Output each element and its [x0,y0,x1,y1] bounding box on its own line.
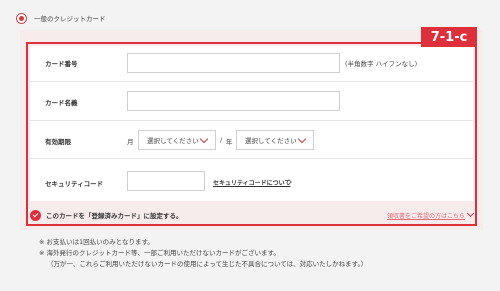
radio-selected-dot [19,15,24,21]
radio-button[interactable] [16,12,27,24]
payment-notes: ※ お支払いは1回払いのみとなります。 ※ 海外発行のクレジットカード等、一部ご… [39,237,367,270]
note-line: ※ お支払いは1回払いのみとなります。 [39,238,154,246]
credit-card-option-label: 一般のクレジットカード [34,15,106,23]
note-line: （万が一、これらご利用いただけないカードの使用によって生じた不具合については、対… [47,260,368,268]
annotation-tag: 7-1-c [421,27,477,47]
annotation-highlight-box [26,42,477,226]
payment-page: 一般のクレジットカード カード番号 (半角数字 ハイフンなし) カード名義 有効… [0,0,500,291]
note-line: ※ 海外発行のクレジットカード等、一部ご利用いただけないカードがございます。 [39,249,280,257]
credit-card-option[interactable]: 一般のクレジットカード [16,11,106,25]
